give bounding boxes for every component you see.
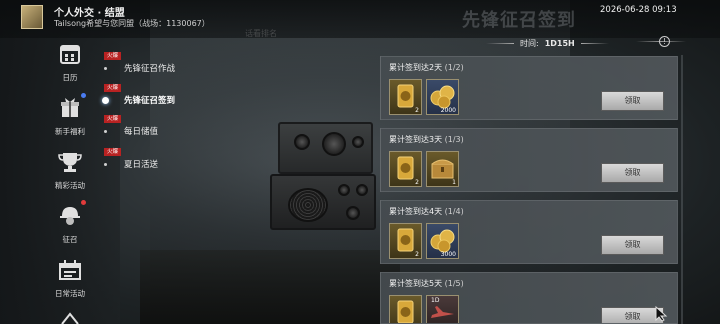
daily-calendar-icon <box>59 260 81 280</box>
sidebar-item-daily-events[interactable]: 日常活动 <box>45 258 95 299</box>
radio-speaker-grill <box>288 188 328 222</box>
header-title: 个人外交 · 结盟 <box>54 8 125 19</box>
reward-card-day4: 累计签到达4天 (1/4) 2 3000 领取 <box>380 200 678 264</box>
hot-tag: 火爆 <box>104 115 122 123</box>
reward-item-gold-badge[interactable]: 2 <box>389 151 422 187</box>
sidebar-item-label: 日历 <box>62 73 78 82</box>
soldier-helmet-icon <box>60 207 80 225</box>
radio-top-unit <box>278 122 373 174</box>
card-title: 累计签到达3天 (1/3) <box>389 135 464 144</box>
reward-card-day5: 累计签到达5天 (1/5) 1D 领取 <box>380 272 678 324</box>
header-subtitle[interactable]: Tailsong希望与您同盟（战场：1130067） <box>54 18 210 29</box>
hot-tag: 火爆 <box>104 84 122 92</box>
sidebar-item-label: 日常活动 <box>55 289 85 298</box>
submenu-item-label: 先锋征召签到 <box>124 96 176 106</box>
reward-count: 2 <box>415 107 419 114</box>
mouse-cursor-icon <box>655 306 668 322</box>
sidebar-item-label: 征召 <box>62 235 78 244</box>
sidebar-item-featured-events[interactable]: 精彩活动 <box>45 150 95 191</box>
hot-tag: 火爆 <box>104 52 122 60</box>
top-header: 个人外交 · 结盟 Tailsong希望与您同盟（战场：1130067） 先锋征… <box>0 0 720 38</box>
reward-count: 2 <box>415 179 419 186</box>
sidebar-item-newbie-welfare[interactable]: 新手福利 <box>45 96 95 137</box>
radio-knob <box>356 184 368 196</box>
card-title: 累计签到达4天 (1/4) <box>389 207 464 216</box>
timer-label: 时间: <box>520 39 539 48</box>
radio-device-illustration <box>270 122 378 230</box>
claim-button[interactable]: 领取 <box>601 235 664 255</box>
sidebar-next-item-icon <box>61 312 79 324</box>
reward-card-day3: 累计签到达3天 (1/3) 2 1 领取 <box>380 128 678 192</box>
ground-shadow <box>140 250 400 324</box>
claim-button[interactable]: 领取 <box>601 163 664 183</box>
notification-dot-red <box>81 200 86 205</box>
header-datetime: 2026-06-28 09:13 <box>600 5 677 15</box>
reward-item-gold-badge[interactable]: 2 <box>389 79 422 115</box>
reward-item-chest[interactable]: 1 <box>426 151 459 187</box>
card-title: 累计签到达5天 (1/5) <box>389 279 464 288</box>
sidebar-item-label: 精彩活动 <box>55 181 85 190</box>
radio-knob <box>338 184 350 196</box>
sidebar-item-calendar[interactable]: 日历 <box>45 42 95 83</box>
timer-divider-left <box>486 43 514 44</box>
radio-dial <box>352 136 364 148</box>
reward-count: 3000 <box>440 251 456 258</box>
submenu-bullet <box>104 163 107 166</box>
reward-count: 2 <box>415 251 419 258</box>
page-title: 先锋征召签到 <box>462 10 576 31</box>
sidebar-item-recruit[interactable]: 征召 <box>45 204 95 245</box>
reward-count: 2000 <box>440 107 456 114</box>
trophy-icon <box>58 153 82 172</box>
gift-box-icon <box>61 98 79 117</box>
claim-button[interactable]: 领取 <box>601 91 664 111</box>
ghost-text: 话看排名 <box>245 29 277 38</box>
radio-dial <box>322 132 346 156</box>
reward-duration: 1D <box>431 297 440 304</box>
submenu-bullet <box>104 130 107 133</box>
timer-divider-right <box>580 43 609 44</box>
radio-knob <box>346 206 360 220</box>
card-title: 累计签到达2天 (1/2) <box>389 63 464 72</box>
submenu-item-label: 先锋征召作战 <box>124 64 176 74</box>
info-icon[interactable]: ! <box>659 36 670 47</box>
reward-item-gold-badge[interactable]: 2 <box>389 223 422 259</box>
event-timer: 时间: 1D15H <box>486 38 609 49</box>
reward-card-day2: 累计签到达2天 (1/2) 2 2000 领取 <box>380 56 678 120</box>
sidebar-item-label: 新手福利 <box>55 127 85 136</box>
reward-item-plane[interactable]: 1D <box>426 295 459 323</box>
avatar[interactable] <box>21 5 43 29</box>
hot-tag: 火爆 <box>104 148 122 156</box>
reward-item-coins[interactable]: 2000 <box>426 79 459 115</box>
calendar-icon <box>60 45 80 64</box>
reward-item-gold-badge[interactable] <box>389 295 422 323</box>
notification-dot-blue <box>81 93 86 98</box>
submenu-bullet <box>104 67 107 70</box>
timer-value: 1D15H <box>544 39 575 48</box>
reward-item-coins[interactable]: 3000 <box>426 223 459 259</box>
submenu-item-label: 夏日活送 <box>124 160 159 170</box>
scrollbar[interactable] <box>681 55 683 324</box>
radio-dial <box>294 134 310 150</box>
submenu-item-label: 每日储值 <box>124 127 159 137</box>
submenu-bullet-active <box>102 97 109 104</box>
reward-count: 1 <box>452 179 456 186</box>
gold-badge-icon <box>397 300 414 323</box>
